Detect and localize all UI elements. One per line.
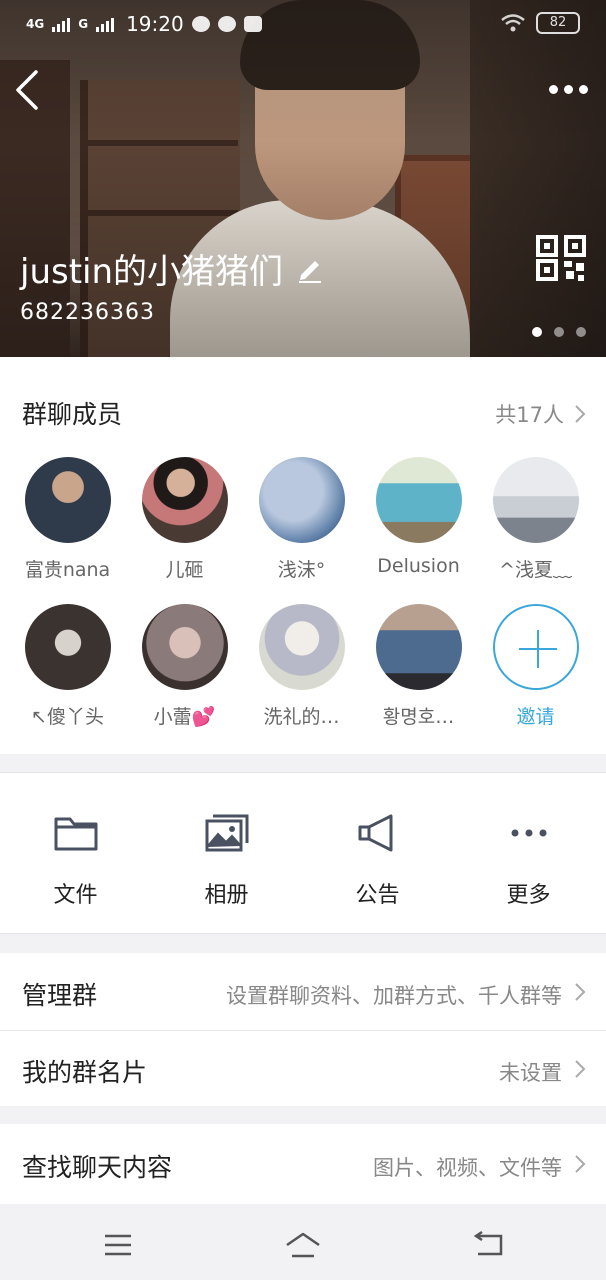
member-item[interactable]: 浅沫° xyxy=(243,457,360,582)
member-name: 浅沫° xyxy=(277,559,326,581)
wechat-icon xyxy=(217,16,236,32)
qr-code-icon[interactable] xyxy=(536,235,586,281)
status-bar: 4G G 19:20 82 xyxy=(0,0,606,48)
group-cover-banner[interactable]: 4G G 19:20 82 justin的小猪猪们 682236363 xyxy=(0,0,606,357)
edit-pencil-icon[interactable] xyxy=(297,255,323,283)
row-title: 管理群 xyxy=(22,981,98,1010)
more-options-icon[interactable] xyxy=(544,74,592,104)
member-item[interactable]: ↖傻丫头 xyxy=(9,604,126,729)
carousel-indicator xyxy=(532,327,586,337)
tool-label: 公告 xyxy=(355,883,400,908)
group-tools-bar: 文件 相册 公告 更多 xyxy=(0,772,606,934)
group-name-row[interactable]: justin的小猪猪们 xyxy=(20,244,323,293)
avatar xyxy=(258,604,345,690)
member-name: 洗礼的… xyxy=(263,706,340,728)
members-count-link[interactable]: 共17人 xyxy=(495,399,586,429)
carousel-dot xyxy=(554,327,564,337)
members-title: 群聊成员 xyxy=(22,400,123,429)
network-label: 4G xyxy=(26,17,45,31)
back-nav-icon[interactable] xyxy=(468,1228,508,1262)
carousel-dot xyxy=(532,327,542,337)
group-id: 682236363 xyxy=(20,300,155,325)
row-title: 查找聊天内容 xyxy=(22,1153,173,1182)
invite-label: 邀请 xyxy=(516,706,555,728)
notification-icon xyxy=(243,16,262,32)
chevron-right-icon xyxy=(575,405,586,423)
row-value: 设置群聊资料、加群方式、千人群等 xyxy=(226,984,562,1008)
tool-album[interactable]: 相册 xyxy=(151,813,302,909)
avatar xyxy=(24,457,111,543)
members-section: 群聊成员 共17人 富贵nana 儿砸 浅沫° Delusion ^浅夏﹏ ↖傻… xyxy=(0,357,606,754)
member-item[interactable]: 富贵nana xyxy=(9,457,126,582)
member-item[interactable]: 洗礼的… xyxy=(243,604,360,729)
signal-icon xyxy=(96,16,115,32)
row-value: 未设置 xyxy=(499,1061,562,1085)
menu-icon[interactable] xyxy=(98,1228,138,1262)
members-count: 共17人 xyxy=(495,403,564,427)
tool-files[interactable]: 文件 xyxy=(0,813,151,909)
wifi-icon xyxy=(501,14,525,32)
member-name: ↖傻丫头 xyxy=(31,706,104,728)
add-member-icon xyxy=(492,604,579,690)
member-item[interactable]: Delusion xyxy=(360,457,477,577)
album-icon xyxy=(205,814,248,852)
member-item[interactable]: 황명호… xyxy=(360,604,477,729)
back-icon[interactable] xyxy=(10,66,44,116)
avatar xyxy=(375,457,462,543)
member-name: 황명호… xyxy=(382,706,455,728)
member-item[interactable]: 小蕾💕 xyxy=(126,604,243,729)
row-title: 我的群名片 xyxy=(22,1058,148,1087)
search-chat-row[interactable]: 查找聊天内容 图片、视频、文件等 xyxy=(0,1124,606,1204)
member-name: Delusion xyxy=(377,555,460,577)
member-name: ^浅夏﹏ xyxy=(499,559,572,581)
group-name: justin的小猪猪们 xyxy=(20,252,284,292)
signal-icon xyxy=(52,16,71,32)
tool-announcement[interactable]: 公告 xyxy=(302,813,453,909)
tool-label: 文件 xyxy=(53,883,98,908)
more-dots-icon xyxy=(511,829,546,837)
avatar xyxy=(24,604,111,690)
avatar xyxy=(258,457,345,543)
status-time: 19:20 xyxy=(126,12,184,36)
system-nav-bar xyxy=(0,1208,606,1280)
tool-more[interactable]: 更多 xyxy=(453,813,604,909)
folder-icon xyxy=(54,817,97,851)
tool-label: 更多 xyxy=(506,883,551,908)
avatar xyxy=(375,604,462,690)
group-card-row[interactable]: 我的群名片 未设置 xyxy=(0,1031,606,1106)
message-icon xyxy=(191,16,210,32)
avatar xyxy=(492,457,579,543)
group-profile-page: 4G G 19:20 82 justin的小猪猪们 682236363 群聊成员… xyxy=(0,0,606,1280)
manage-group-row[interactable]: 管理群 设置群聊资料、加群方式、千人群等 xyxy=(0,953,606,1030)
member-item[interactable]: 儿砸 xyxy=(126,457,243,582)
row-value: 图片、视频、文件等 xyxy=(373,1156,562,1180)
carousel-dot xyxy=(576,327,586,337)
chevron-right-icon xyxy=(575,1060,586,1078)
invite-button[interactable]: 邀请 xyxy=(477,604,594,729)
chevron-right-icon xyxy=(575,1155,586,1173)
tool-label: 相册 xyxy=(204,883,249,908)
avatar xyxy=(141,457,228,543)
battery-icon: 82 xyxy=(536,12,580,34)
member-name: 富贵nana xyxy=(24,559,111,581)
avatar xyxy=(141,604,228,690)
member-item[interactable]: ^浅夏﹏ xyxy=(477,457,594,582)
chevron-right-icon xyxy=(575,983,586,1001)
home-icon[interactable] xyxy=(283,1228,323,1262)
member-name: 小蕾💕 xyxy=(153,706,216,728)
megaphone-icon xyxy=(358,814,392,852)
member-name: 儿砸 xyxy=(165,559,204,581)
network-label: G xyxy=(78,17,89,31)
